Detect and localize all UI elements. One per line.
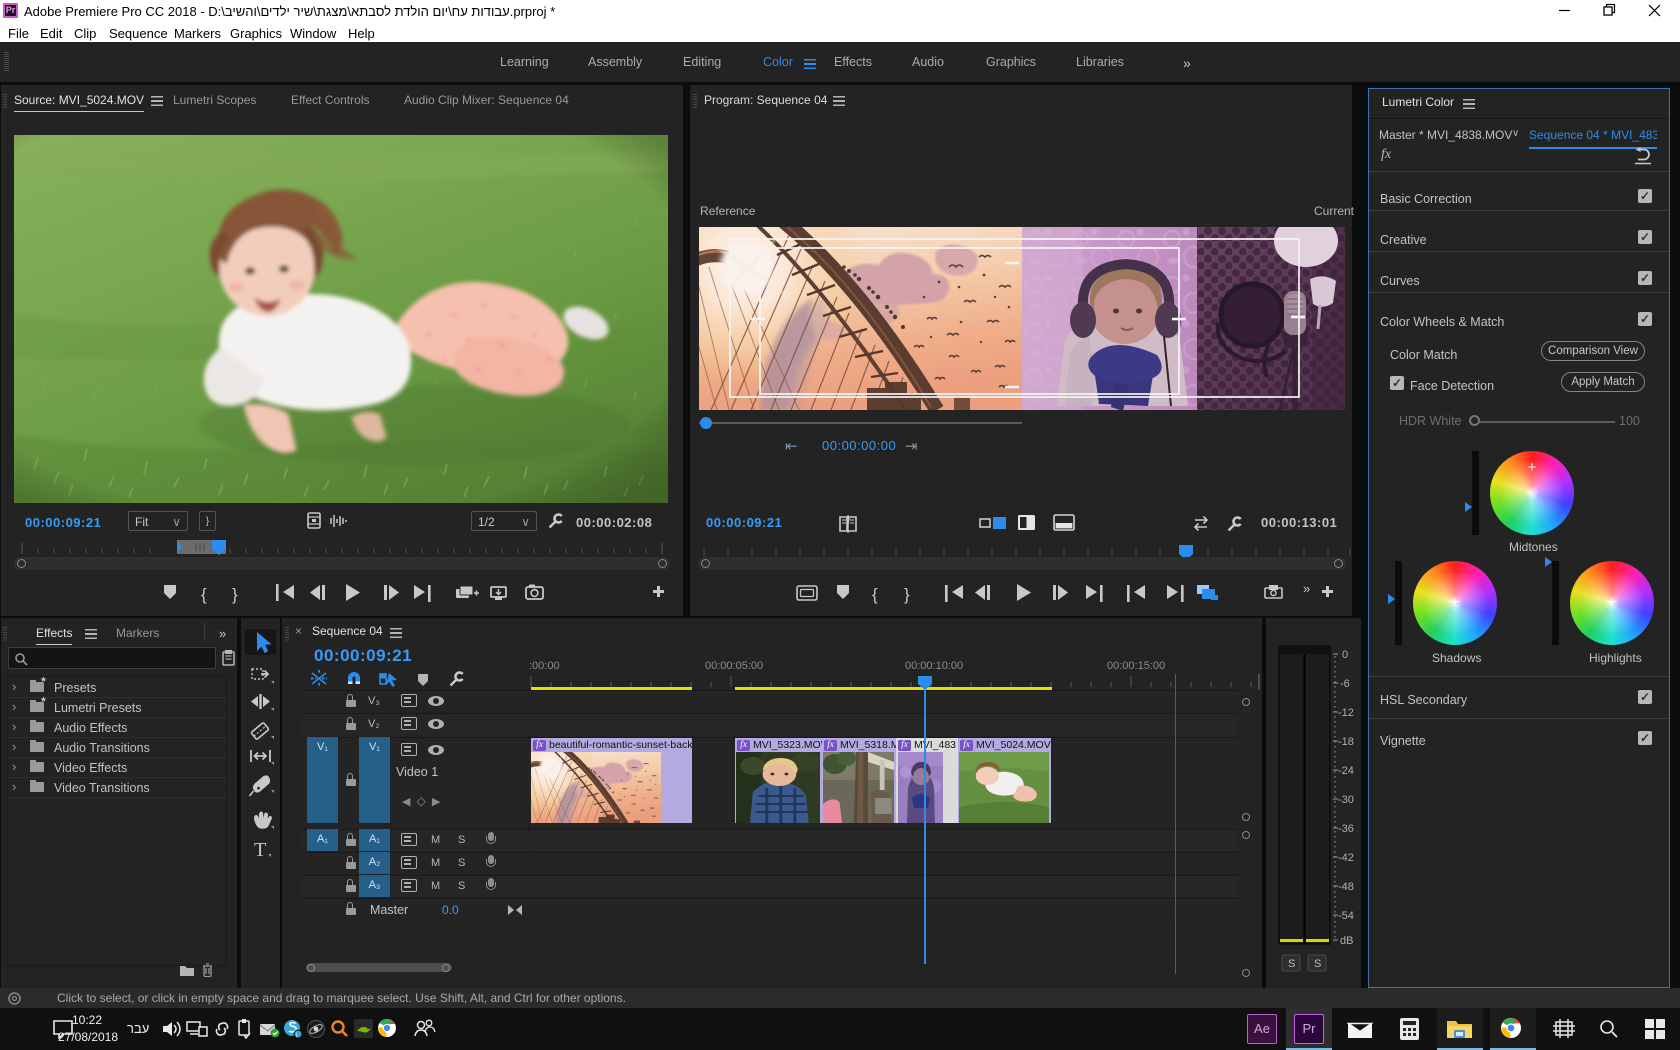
- svg-text:S: S: [1288, 958, 1295, 970]
- svg-text:-48: -48: [1338, 881, 1354, 893]
- svg-text:-42: -42: [1338, 852, 1354, 864]
- svg-text:-18: -18: [1338, 736, 1354, 748]
- svg-text:}: }: [232, 585, 238, 604]
- svg-text:-12: -12: [1338, 707, 1354, 719]
- svg-text:dB: dB: [1340, 935, 1353, 947]
- svg-text:0: 0: [1342, 649, 1348, 661]
- svg-text:}: }: [904, 585, 910, 604]
- svg-text:{: {: [872, 585, 878, 604]
- svg-text:-54: -54: [1338, 910, 1354, 922]
- svg-text:{: {: [201, 585, 207, 604]
- svg-text:-36: -36: [1338, 823, 1354, 835]
- svg-text:»: »: [1303, 581, 1310, 596]
- svg-text:T: T: [254, 839, 266, 861]
- svg-text:S: S: [1314, 958, 1321, 970]
- svg-text:-6: -6: [1340, 678, 1350, 690]
- svg-text:i: i: [296, 1033, 297, 1039]
- svg-text:-24: -24: [1338, 765, 1354, 777]
- svg-text:-30: -30: [1338, 794, 1354, 806]
